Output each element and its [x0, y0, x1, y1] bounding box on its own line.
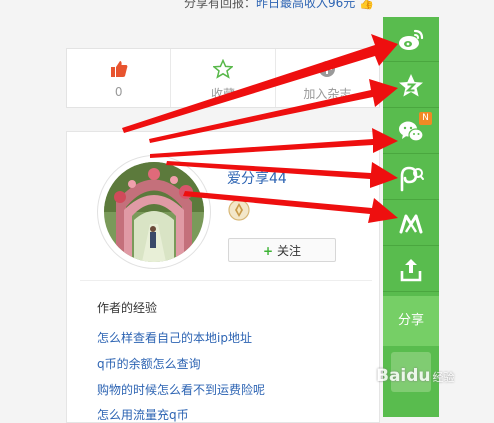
- add-to-magazine-button[interactable]: 加入杂志: [276, 49, 379, 107]
- upload-share-icon: [400, 259, 422, 282]
- weibo-icon: [399, 29, 424, 50]
- qzone-icon: [399, 74, 423, 97]
- share-weibo-button[interactable]: [383, 17, 439, 62]
- baidu-watermark: Baidu 经验: [376, 366, 494, 396]
- article-action-bar: 0 收藏 加入杂志: [66, 48, 380, 108]
- like-button[interactable]: 0: [67, 49, 172, 107]
- plus-circle-icon: [276, 59, 379, 79]
- follow-label: 关注: [277, 244, 302, 258]
- share-label[interactable]: 分享: [383, 296, 439, 346]
- share-friend-circle-button[interactable]: [383, 155, 439, 200]
- plus-icon: +: [262, 244, 274, 258]
- share-qzone-button[interactable]: [383, 63, 439, 108]
- level-badge-icon: [228, 199, 250, 221]
- author-avatar[interactable]: [104, 162, 204, 262]
- watermark-sub: 经验: [432, 371, 455, 384]
- follow-button[interactable]: + 关注: [228, 238, 336, 262]
- add-to-magazine-label: 加入杂志: [303, 87, 352, 101]
- tieba-icon: [399, 214, 423, 234]
- experience-link-local-ip[interactable]: 怎么样查看自己的本地ip地址: [97, 329, 252, 346]
- favorite-label: 收藏: [210, 87, 235, 101]
- watermark-text: Baidu: [376, 366, 431, 386]
- star-outline-icon: [171, 59, 274, 79]
- experience-link-qcoin-balance[interactable]: q币的余额怎么查询: [97, 355, 201, 372]
- like-count: 0: [114, 85, 123, 99]
- friend-circle-icon: [400, 166, 424, 192]
- share-tieba-button[interactable]: [383, 201, 439, 246]
- experience-link-shipping-insurance[interactable]: 购物的时候怎么看不到运费险呢: [97, 381, 265, 398]
- new-badge: N: [419, 112, 432, 125]
- thumbs-up-icon: [67, 59, 170, 79]
- share-reward-highlight[interactable]: 昨日最高收入96元: [256, 0, 355, 10]
- share-upload-button[interactable]: [383, 247, 439, 292]
- author-username[interactable]: 爱分享44: [227, 168, 287, 188]
- thumbs-up-small-icon: 👍: [359, 0, 375, 10]
- favorite-button[interactable]: 收藏: [171, 49, 276, 107]
- share-reward-prefix: 分享有回报：: [184, 0, 257, 10]
- share-reward-note: 分享有回报：昨日最高收入96元 👍: [0, 0, 494, 12]
- author-experiences-title: 作者的经验: [97, 301, 158, 315]
- experience-link-data-topup[interactable]: 怎么用流量充q币: [97, 406, 189, 423]
- card-divider: [80, 280, 372, 281]
